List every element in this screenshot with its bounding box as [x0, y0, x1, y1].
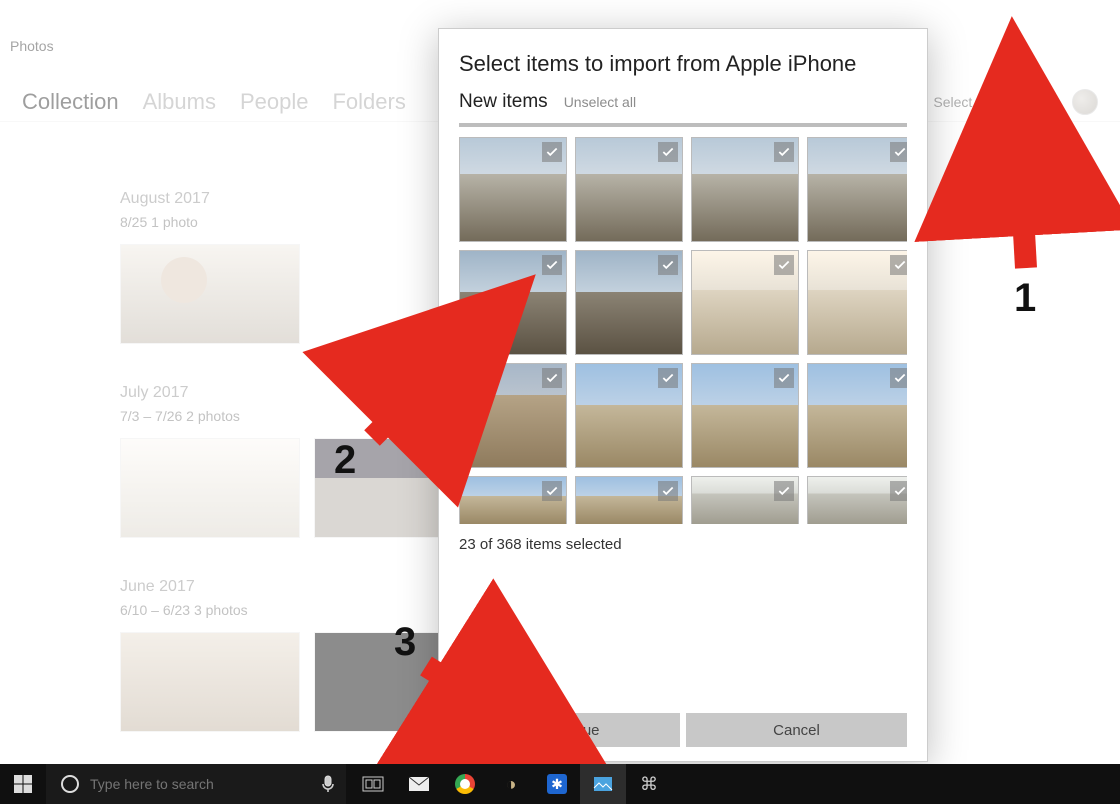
- check-icon: [890, 481, 907, 501]
- check-icon: [542, 368, 562, 388]
- dialog-title: Select items to import from Apple iPhone: [459, 51, 907, 77]
- import-item[interactable]: [691, 476, 799, 524]
- app-icon[interactable]: ⌘: [626, 764, 672, 804]
- import-item[interactable]: [459, 476, 567, 524]
- check-icon: [542, 142, 562, 162]
- selection-status: 23 of 368 items selected: [459, 536, 907, 553]
- import-item[interactable]: [459, 137, 567, 242]
- mic-icon[interactable]: [310, 764, 346, 804]
- start-button[interactable]: [0, 764, 46, 804]
- tab-collection[interactable]: Collection: [22, 89, 119, 115]
- check-icon: [658, 481, 678, 501]
- import-item[interactable]: [691, 250, 799, 355]
- import-item[interactable]: [807, 137, 907, 242]
- select-button[interactable]: Select: [933, 94, 972, 110]
- import-item[interactable]: [807, 476, 907, 524]
- import-label: Import: [1014, 94, 1054, 110]
- import-item[interactable]: [807, 250, 907, 355]
- check-icon: [774, 142, 794, 162]
- import-icon: [990, 93, 1008, 111]
- check-icon: [542, 481, 562, 501]
- check-icon: [658, 255, 678, 275]
- avatar[interactable]: [1072, 89, 1098, 115]
- dialog-subtitle: New items: [459, 91, 548, 113]
- cortana-icon: [50, 774, 90, 794]
- import-dialog: Select items to import from Apple iPhone…: [438, 28, 928, 762]
- import-item[interactable]: [459, 250, 567, 355]
- windows-icon: [14, 775, 32, 793]
- task-view-icon[interactable]: [350, 764, 396, 804]
- mail-icon[interactable]: [396, 764, 442, 804]
- check-icon: [890, 368, 907, 388]
- continue-button[interactable]: Continue: [459, 713, 680, 747]
- import-item[interactable]: [807, 363, 907, 468]
- tab-people[interactable]: People: [240, 89, 309, 115]
- search-input[interactable]: [90, 776, 310, 792]
- separator: [459, 123, 907, 127]
- check-icon: [890, 255, 907, 275]
- collection-photo[interactable]: [120, 632, 300, 732]
- tab-albums[interactable]: Albums: [143, 89, 216, 115]
- check-icon: [658, 142, 678, 162]
- chrome-icon[interactable]: [442, 764, 488, 804]
- import-item[interactable]: [575, 250, 683, 355]
- cancel-button[interactable]: Cancel: [686, 713, 907, 747]
- check-icon: [658, 368, 678, 388]
- import-button[interactable]: Import: [990, 93, 1054, 111]
- import-item[interactable]: [575, 137, 683, 242]
- import-grid: [459, 137, 907, 524]
- unselect-all-link[interactable]: Unselect all: [564, 94, 636, 110]
- gimp-icon[interactable]: ◑: [488, 764, 534, 804]
- app-title: Photos: [10, 38, 54, 54]
- check-icon: [542, 255, 562, 275]
- import-item[interactable]: [691, 363, 799, 468]
- check-icon: [774, 368, 794, 388]
- check-icon: [890, 142, 907, 162]
- import-item[interactable]: [691, 137, 799, 242]
- taskbar-search[interactable]: [46, 764, 346, 804]
- check-icon: [774, 255, 794, 275]
- import-item[interactable]: [575, 476, 683, 524]
- import-item[interactable]: [575, 363, 683, 468]
- settings-icon[interactable]: ✱: [534, 764, 580, 804]
- collection-photo[interactable]: [120, 244, 300, 344]
- collection-photo[interactable]: [120, 438, 300, 538]
- photos-app-icon[interactable]: [580, 764, 626, 804]
- check-icon: [774, 481, 794, 501]
- taskbar: ◑ ✱ ⌘: [0, 764, 1120, 804]
- tab-folders[interactable]: Folders: [332, 89, 405, 115]
- import-item[interactable]: [459, 363, 567, 468]
